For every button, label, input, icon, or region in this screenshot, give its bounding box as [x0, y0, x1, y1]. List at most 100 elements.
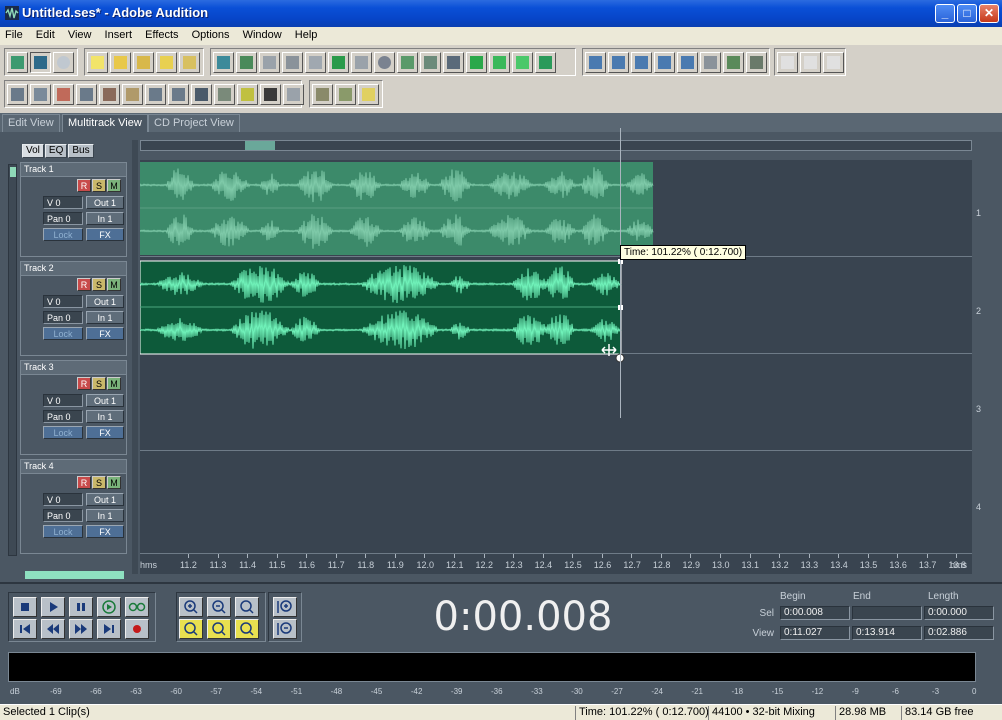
- favorites-button[interactable]: [335, 84, 356, 105]
- lr-button[interactable]: [608, 52, 629, 73]
- output-button[interactable]: Out 1: [86, 493, 124, 506]
- volume-field[interactable]: V 0: [43, 196, 83, 209]
- tab-vol[interactable]: Vol: [22, 144, 44, 158]
- multitrack-view-button[interactable]: [30, 52, 51, 73]
- view-end-field[interactable]: 0:13.914: [852, 626, 922, 640]
- track-name[interactable]: Track 2: [21, 262, 126, 276]
- session-overview[interactable]: [140, 140, 972, 151]
- pan-field[interactable]: Pan 0: [43, 509, 83, 522]
- pan-field[interactable]: Pan 0: [43, 410, 83, 423]
- split-button[interactable]: [328, 52, 349, 73]
- db-button[interactable]: [585, 52, 606, 73]
- snap-button[interactable]: [282, 52, 303, 73]
- open-button[interactable]: [110, 52, 131, 73]
- move-tool-button[interactable]: [823, 52, 844, 73]
- input-button[interactable]: In 1: [86, 410, 124, 423]
- volume-envelope-button[interactable]: [535, 52, 556, 73]
- tab-edit-view[interactable]: Edit View: [2, 114, 60, 132]
- properties-button[interactable]: [99, 84, 120, 105]
- scroll-thumb[interactable]: [10, 167, 16, 177]
- close-button[interactable]: ✕: [979, 4, 999, 23]
- minimize-button[interactable]: _: [935, 4, 955, 23]
- wet-button[interactable]: [631, 52, 652, 73]
- menu-view[interactable]: View: [63, 27, 97, 41]
- fx-button[interactable]: FX: [86, 228, 124, 241]
- menu-effects[interactable]: Effects: [140, 27, 183, 41]
- track-name[interactable]: Track 4: [21, 460, 126, 474]
- time-ruler[interactable]: hms 11.2 11.3 11.4 11.5 11.6 11.7 11.8 11.9 12.0 1…: [140, 553, 972, 574]
- tab-eq[interactable]: EQ: [44, 144, 68, 158]
- rewind-button[interactable]: [41, 619, 65, 639]
- cd-view-button[interactable]: [53, 52, 74, 73]
- scissors-button[interactable]: [305, 52, 326, 73]
- eq-window-button[interactable]: [76, 84, 97, 105]
- mixer-button[interactable]: [30, 84, 51, 105]
- lock-button[interactable]: Lock: [43, 228, 83, 241]
- tab-bus[interactable]: Bus: [68, 144, 94, 158]
- group-button[interactable]: [397, 52, 418, 73]
- record-arm-button[interactable]: R: [77, 278, 91, 291]
- markers-button[interactable]: [122, 84, 143, 105]
- output-button[interactable]: Out 1: [86, 394, 124, 407]
- bpm-button[interactable]: [677, 52, 698, 73]
- maximize-button[interactable]: □: [957, 4, 977, 23]
- zoom-full-button[interactable]: [235, 597, 259, 617]
- menu-file[interactable]: File: [0, 27, 28, 41]
- volume-field[interactable]: V 0: [43, 295, 83, 308]
- solo-button[interactable]: S: [92, 278, 106, 291]
- sel-length-field[interactable]: 0:00.000: [924, 606, 994, 620]
- meters-button[interactable]: [237, 84, 258, 105]
- zoom-in-horizontal-button[interactable]: [179, 597, 203, 617]
- sel-end-field[interactable]: [852, 606, 922, 620]
- mute-button[interactable]: M: [107, 476, 121, 489]
- view-length-field[interactable]: 0:02.886: [924, 626, 994, 640]
- hybrid-tool-button[interactable]: [777, 52, 798, 73]
- volume-field[interactable]: V 0: [43, 394, 83, 407]
- mute-button[interactable]: M: [107, 377, 121, 390]
- output-button[interactable]: Out 1: [86, 196, 124, 209]
- link-button[interactable]: [700, 52, 721, 73]
- menu-edit[interactable]: Edit: [31, 27, 60, 41]
- sel-begin-field[interactable]: 0:00.008: [780, 606, 850, 620]
- edit-view-button[interactable]: [7, 52, 28, 73]
- insert-button[interactable]: [723, 52, 744, 73]
- fx-button[interactable]: FX: [86, 426, 124, 439]
- effects-rack-button[interactable]: [214, 84, 235, 105]
- fast-forward-button[interactable]: [69, 619, 93, 639]
- time-selection-tool-button[interactable]: [800, 52, 821, 73]
- solo-button[interactable]: S: [92, 377, 106, 390]
- menu-help[interactable]: Help: [290, 27, 323, 41]
- delete-button[interactable]: [746, 52, 767, 73]
- organizer-button[interactable]: [7, 84, 28, 105]
- lock-button[interactable]: Lock: [43, 525, 83, 538]
- pan-field[interactable]: Pan 0: [43, 311, 83, 324]
- track-name[interactable]: Track 3: [21, 361, 126, 375]
- customize-button[interactable]: [312, 84, 333, 105]
- solo-button[interactable]: S: [92, 476, 106, 489]
- go-to-end-button[interactable]: [97, 619, 121, 639]
- view-begin-field[interactable]: 0:11.027: [780, 626, 850, 640]
- record-arm-button[interactable]: R: [77, 476, 91, 489]
- lock-button[interactable]: Lock: [43, 426, 83, 439]
- menu-window[interactable]: Window: [238, 27, 287, 41]
- time-window-button[interactable]: [191, 84, 212, 105]
- volume-field[interactable]: V 0: [43, 493, 83, 506]
- menu-options[interactable]: Options: [187, 27, 235, 41]
- play-button[interactable]: [41, 597, 65, 617]
- fx-param-button[interactable]: [654, 52, 675, 73]
- save-as-button[interactable]: [179, 52, 200, 73]
- trim-button[interactable]: [351, 52, 372, 73]
- record-button[interactable]: [125, 619, 149, 639]
- grid-button[interactable]: [259, 52, 280, 73]
- input-button[interactable]: In 1: [86, 509, 124, 522]
- mix-button[interactable]: [236, 52, 257, 73]
- solo-button[interactable]: S: [92, 179, 106, 192]
- pause-button[interactable]: [69, 597, 93, 617]
- ungroup-button[interactable]: [420, 52, 441, 73]
- loop-button[interactable]: [125, 597, 149, 617]
- align-button[interactable]: [443, 52, 464, 73]
- video-button[interactable]: [260, 84, 281, 105]
- track-panel-scrollbar[interactable]: [8, 164, 17, 556]
- save-button[interactable]: [156, 52, 177, 73]
- zoom-right-edge-button[interactable]: [235, 619, 259, 639]
